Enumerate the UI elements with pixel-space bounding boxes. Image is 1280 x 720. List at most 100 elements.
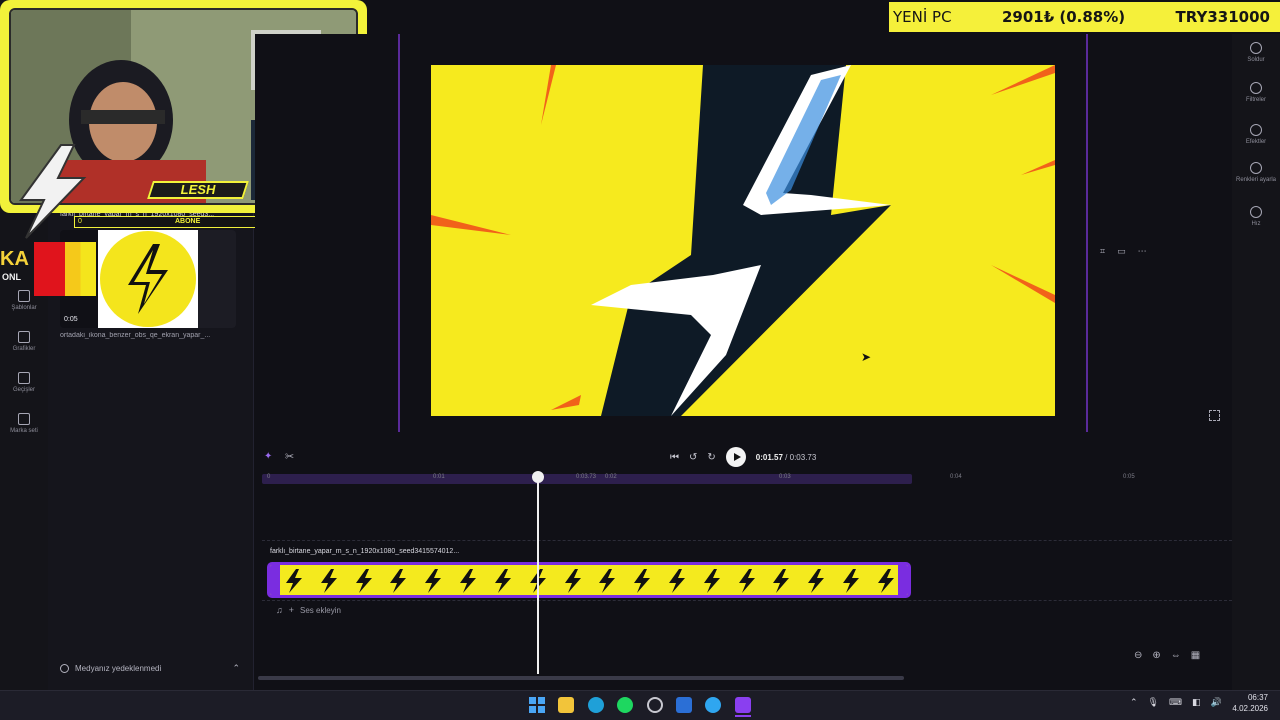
- clock[interactable]: 06:37 4.02.2026: [1232, 692, 1268, 714]
- fullscreen-icon[interactable]: [1209, 410, 1220, 421]
- edge-browser-icon[interactable]: [588, 697, 604, 713]
- ruler-label: 0:02: [605, 474, 617, 480]
- nav-brand-kit[interactable]: Marka seti: [0, 413, 48, 434]
- music-note-icon: ♫: [276, 605, 283, 615]
- fit-timeline-icon[interactable]: ⇔: [1171, 650, 1181, 661]
- zoom-out-icon[interactable]: ⊖: [1134, 650, 1142, 661]
- clip-frame-lightning-icon: [599, 569, 616, 593]
- nav-transitions[interactable]: Geçişler: [0, 372, 48, 393]
- clip-frame-lightning-icon: [668, 569, 685, 593]
- clipchamp-icon[interactable]: [735, 697, 751, 713]
- fade-icon: [1250, 42, 1262, 54]
- chevron-up-icon[interactable]: ⌃: [232, 663, 240, 674]
- right-item-filters[interactable]: Filtreler: [1232, 82, 1280, 104]
- clip-frame-lightning-icon: [773, 569, 790, 593]
- clip-frame-lightning-icon: [703, 569, 720, 593]
- active-app-indicator: [735, 715, 751, 717]
- playhead-handle[interactable]: [532, 471, 544, 483]
- system-tray: ⌃ 🎙 ⌨ ◧ 🔊: [1130, 697, 1222, 708]
- right-item-label: Filtreler: [1245, 97, 1266, 103]
- streamer-name: LESH: [180, 182, 216, 197]
- ruler-label: 0:04: [950, 474, 962, 480]
- info-icon: [60, 663, 69, 673]
- filters-icon: [1250, 82, 1262, 94]
- thumbnail-filename: ortadaki_ikona_benzer_obs_qe_ekran_yapar…: [60, 332, 211, 339]
- clip-frame-lightning-icon: [355, 569, 372, 593]
- photos-icon[interactable]: [676, 697, 692, 713]
- right-panel: Soldur Filtreler Efektler Renkleri ayarl…: [1232, 34, 1280, 690]
- graphics-icon: [18, 331, 30, 343]
- ruler-label: 0:05: [1123, 474, 1135, 480]
- zoom-in-icon[interactable]: ⊕: [1152, 650, 1160, 661]
- clip-trim-start-handle[interactable]: [270, 565, 280, 595]
- video-clip[interactable]: [267, 562, 911, 598]
- skip-back-icon[interactable]: ⏮: [670, 452, 679, 463]
- file-explorer-icon[interactable]: [558, 697, 574, 713]
- scissors-icon[interactable]: ✂: [285, 450, 294, 463]
- right-item-color-adjust[interactable]: Renkleri ayarla: [1232, 162, 1280, 184]
- magic-icon[interactable]: ✦: [264, 451, 272, 462]
- right-item-speed[interactable]: Hız: [1232, 206, 1280, 228]
- preview-toolbar: ⌗ ▭ ⋯: [1100, 246, 1147, 257]
- total-time: 0:03.73: [789, 452, 817, 462]
- mouse-cursor-icon: ➤: [861, 350, 872, 364]
- ruler-label: 0: [267, 474, 271, 480]
- time-readout: 0:01.57 / 0:03.73: [756, 453, 817, 462]
- clip-frame-lightning-icon: [460, 569, 477, 593]
- network-icon[interactable]: ◧: [1192, 697, 1201, 708]
- right-item-fade[interactable]: Soldur: [1232, 42, 1280, 64]
- keyboard-icon[interactable]: ⌨: [1169, 697, 1182, 708]
- logo-text-2: ONL: [2, 272, 21, 282]
- more-icon[interactable]: ⋯: [1138, 246, 1147, 257]
- forward-icon[interactable]: ↻: [707, 452, 715, 463]
- track-divider: [262, 600, 1232, 601]
- messenger-icon[interactable]: [705, 697, 721, 713]
- playhead-line[interactable]: [537, 476, 539, 674]
- fit-icon[interactable]: ▭: [1117, 246, 1126, 257]
- track-divider: [262, 540, 1232, 541]
- microphone-icon[interactable]: 🎙: [1148, 697, 1159, 708]
- clip-frame-lightning-icon: [808, 569, 825, 593]
- clip-frame-lightning-icon: [320, 569, 337, 593]
- goal-label: ABONE: [175, 218, 201, 225]
- ticker-delta: 2901₺ (0.88%): [1001, 8, 1126, 26]
- clip-filename: farklı_birtane_yapar_m_s_n_1920x1080_see…: [270, 548, 460, 555]
- spotify-icon[interactable]: [617, 697, 633, 713]
- clock-time: 06:37: [1247, 693, 1268, 702]
- clip-frame-lightning-icon: [877, 569, 894, 593]
- windows-start-icon[interactable]: [529, 697, 545, 713]
- overlay-side-logo: KA ONL: [0, 240, 96, 296]
- timeline-scrollbar[interactable]: [258, 676, 904, 680]
- ticker-title: YENİ PC: [893, 8, 952, 26]
- backup-notice[interactable]: Medyanız yedeklenmedi ⌃: [60, 660, 240, 676]
- right-item-label: Efektler: [1245, 139, 1267, 145]
- goal-start: 0: [78, 218, 82, 225]
- video-preview[interactable]: ➤: [431, 65, 1055, 416]
- thumbnail-lightning-image: [98, 230, 198, 328]
- logo-text: KA: [0, 248, 29, 270]
- crop-icon[interactable]: ⌗: [1100, 246, 1105, 257]
- add-audio-row[interactable]: ♫ + Ses ekleyin: [276, 605, 341, 615]
- preview-guide-left: [398, 34, 400, 432]
- preview-lightning-image: [431, 65, 1055, 416]
- play-button[interactable]: [725, 447, 746, 467]
- clip-frame-lightning-icon: [843, 569, 859, 593]
- volume-icon[interactable]: 🔊: [1211, 697, 1222, 708]
- app-window: Şablonlar Grafikler Geçişler Marka seti …: [0, 0, 1280, 720]
- current-time: 0:01.57: [755, 452, 783, 462]
- rewind-icon[interactable]: ↺: [689, 452, 697, 463]
- expand-timeline-icon[interactable]: ▦: [1191, 650, 1200, 661]
- timeline-ruler[interactable]: 0 0:01 0:03.73 0:02 0:03 0:04 0:05: [262, 472, 1232, 484]
- backup-text: Medyanız yedeklenmedi: [75, 663, 162, 673]
- obs-icon[interactable]: [647, 697, 663, 713]
- nav-graphics[interactable]: Grafikler: [0, 331, 48, 352]
- ruler-label: 0:01: [433, 474, 445, 480]
- chevron-up-icon[interactable]: ⌃: [1130, 697, 1138, 708]
- clip-filmstrip: [280, 567, 900, 595]
- clip-frame-lightning-icon: [390, 569, 407, 593]
- clock-date: 4.02.2026: [1232, 704, 1268, 713]
- plus-icon: +: [288, 605, 295, 615]
- ruler-label: 0:03.73: [576, 474, 597, 480]
- right-item-effects[interactable]: Efektler: [1232, 124, 1280, 146]
- right-item-label: Hız: [1251, 221, 1261, 227]
